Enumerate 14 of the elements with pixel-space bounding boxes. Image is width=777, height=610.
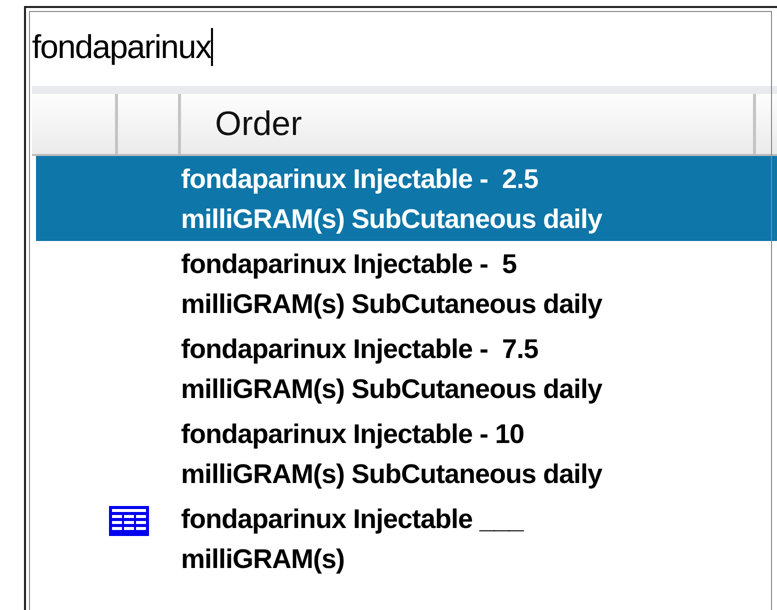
order-text: milliGRAM(s) SubCutaneous daily [181, 288, 602, 321]
order-text: fondaparinux Injectable - 7.5 [181, 332, 540, 366]
order-text: fondaparinux Injectable ___ [181, 502, 524, 536]
order-row[interactable]: fondaparinux Injectable ___ milliGRAM(s) [36, 496, 777, 581]
search-field[interactable]: fondaparinux [32, 16, 777, 86]
grid-icon [108, 506, 148, 536]
order-text: fondaparinux Injectable - 2.5 [181, 162, 540, 196]
order-text: milliGRAM(s) SubCutaneous daily [181, 202, 602, 236]
order-text: fondaparinux Injectable - 5 [181, 248, 518, 281]
order-row[interactable]: fondaparinux Injectable - 2.5 milliGRAM(s) SubCutaneous daily [36, 156, 777, 241]
order-text: milliGRAM(s) SubCutaneous daily [181, 458, 602, 491]
order-text: milliGRAM(s) SubCutaneous daily [181, 372, 602, 406]
order-text: milliGRAM(s) [181, 542, 346, 576]
order-text: fondaparinux Injectable - 10 [181, 418, 526, 451]
